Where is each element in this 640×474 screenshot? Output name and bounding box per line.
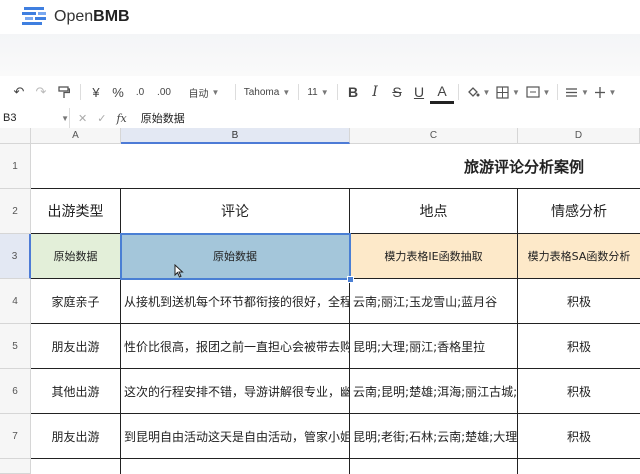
chevron-down-icon: ▼	[211, 87, 220, 97]
cell-d8[interactable]	[518, 459, 640, 474]
increase-decimal-button[interactable]: .00	[151, 79, 177, 105]
logo-icon	[22, 7, 46, 25]
title-cell[interactable]: 旅游评论分析案例	[31, 144, 640, 189]
number-format-select[interactable]: 自动 ▼	[177, 79, 231, 105]
cell-c5[interactable]: 昆明;大理;丽江;香格里拉	[350, 324, 518, 369]
redo-icon[interactable]: ↷	[30, 79, 52, 105]
row-header-2[interactable]: 2	[0, 189, 31, 234]
column-header-c[interactable]: C	[350, 128, 518, 144]
cell-c8[interactable]	[350, 459, 518, 474]
spreadsheet-grid: A B C D 1 2 3 4 5 6 7 旅游评论分析案例 出游类型 评论 地…	[0, 128, 640, 474]
cell-c6[interactable]: 云南;昆明;楚雄;洱海;丽江古城;希腊	[350, 369, 518, 414]
app-header: OpenBMB	[0, 0, 640, 34]
cell-c3[interactable]: 模力表格IE函数抽取	[350, 234, 518, 279]
confirm-icon[interactable]: ✓	[97, 112, 106, 125]
sheet-title: 旅游评论分析案例	[463, 157, 584, 176]
cell-b6[interactable]: 这次的行程安排不错，导游讲解很专业，幽默风	[121, 369, 350, 414]
cell-reference-box[interactable]: B3 ▼	[0, 108, 70, 128]
mouse-cursor-icon	[174, 264, 184, 278]
cell-d4[interactable]: 积极	[518, 279, 640, 324]
cell-b8[interactable]	[121, 459, 350, 474]
bold-button[interactable]: B	[342, 79, 364, 105]
cell-b4[interactable]: 从接机到送机每个环节都衔接的很好，全程虽然	[121, 279, 350, 324]
row-header-4[interactable]: 4	[0, 279, 31, 324]
cell-reference-value: B3	[3, 112, 17, 124]
row-header-5[interactable]: 5	[0, 324, 31, 369]
row-header-7[interactable]: 7	[0, 414, 31, 459]
cell-c7[interactable]: 昆明;老街;石林;云南;楚雄;大理;花	[350, 414, 518, 459]
percent-format-button[interactable]: %	[107, 79, 129, 105]
currency-format-button[interactable]: ¥	[85, 79, 107, 105]
merge-cells-icon[interactable]: ▼	[523, 79, 553, 105]
horizontal-align-icon[interactable]: ▼	[562, 79, 592, 105]
decrease-decimal-button[interactable]: .0	[129, 79, 151, 105]
font-size-value: 11	[307, 86, 318, 98]
underline-button[interactable]: U	[408, 79, 430, 105]
cell-a6[interactable]: 其他出游	[31, 369, 121, 414]
cell-a7[interactable]: 朋友出游	[31, 414, 121, 459]
font-color-button[interactable]: A	[430, 81, 454, 104]
fill-color-icon[interactable]: ▼	[463, 79, 493, 105]
formula-bar: B3 ▼ ✕ ✓ fx 原始数据	[0, 108, 640, 129]
italic-button[interactable]: I	[364, 79, 386, 105]
header-spacer	[0, 34, 640, 76]
cell-b5[interactable]: 性价比很高，报团之前一直担心会被带去购物啥	[121, 324, 350, 369]
cell-a4[interactable]: 家庭亲子	[31, 279, 121, 324]
column-header-b[interactable]: B	[121, 128, 350, 144]
row-header-3[interactable]: 3	[0, 234, 31, 279]
select-all-corner[interactable]	[0, 128, 31, 144]
strikethrough-button[interactable]: S	[386, 79, 408, 105]
row-header-1[interactable]: 1	[0, 144, 31, 189]
row-header-8[interactable]	[0, 459, 31, 474]
cell-d6[interactable]: 积极	[518, 369, 640, 414]
column-header-d[interactable]: D	[518, 128, 640, 144]
row-header-6[interactable]: 6	[0, 369, 31, 414]
undo-icon[interactable]: ↶	[8, 79, 30, 105]
font-size-select[interactable]: 11 ▼	[303, 79, 333, 105]
header-cell-sentiment[interactable]: 情感分析	[518, 189, 640, 234]
logo-text: OpenBMB	[54, 8, 130, 25]
cell-d5[interactable]: 积极	[518, 324, 640, 369]
fill-handle[interactable]	[347, 276, 354, 283]
chevron-down-icon: ▼	[320, 87, 329, 97]
number-format-value: 自动	[188, 88, 209, 100]
openbmb-logo[interactable]: OpenBMB	[22, 7, 130, 27]
paint-format-icon[interactable]	[52, 79, 76, 105]
font-family-select[interactable]: Tahoma ▼	[240, 79, 294, 105]
cancel-icon[interactable]: ✕	[78, 112, 87, 125]
cell-b7[interactable]: 到昆明自由活动这天是自由活动，管家小姐姐推	[121, 414, 350, 459]
header-cell-comment[interactable]: 评论	[121, 189, 350, 234]
cell-b3[interactable]: 原始数据	[121, 234, 350, 279]
cell-a8[interactable]	[31, 459, 121, 474]
cell-a3[interactable]: 原始数据	[31, 234, 121, 279]
border-icon[interactable]: ▼	[493, 79, 523, 105]
header-cell-type[interactable]: 出游类型	[31, 189, 121, 234]
cell-a5[interactable]: 朋友出游	[31, 324, 121, 369]
chevron-down-icon: ▼	[61, 113, 69, 123]
column-header-a[interactable]: A	[31, 128, 121, 144]
chevron-down-icon: ▼	[282, 87, 291, 97]
function-icon[interactable]: fx	[116, 112, 126, 125]
vertical-align-icon[interactable]: ▼	[592, 79, 618, 105]
cell-d7[interactable]: 积极	[518, 414, 640, 459]
toolbar: ↶ ↷ ¥ % .0 .00 自动 ▼ Tahoma ▼ 11 ▼ B I S U A…	[0, 76, 640, 109]
header-cell-location[interactable]: 地点	[350, 189, 518, 234]
formula-input[interactable]: 原始数据	[135, 110, 185, 126]
cell-c4[interactable]: 云南;丽江;玉龙雪山;蓝月谷	[350, 279, 518, 324]
cell-d3[interactable]: 模力表格SA函数分析	[518, 234, 640, 279]
font-family-value: Tahoma	[243, 86, 280, 98]
